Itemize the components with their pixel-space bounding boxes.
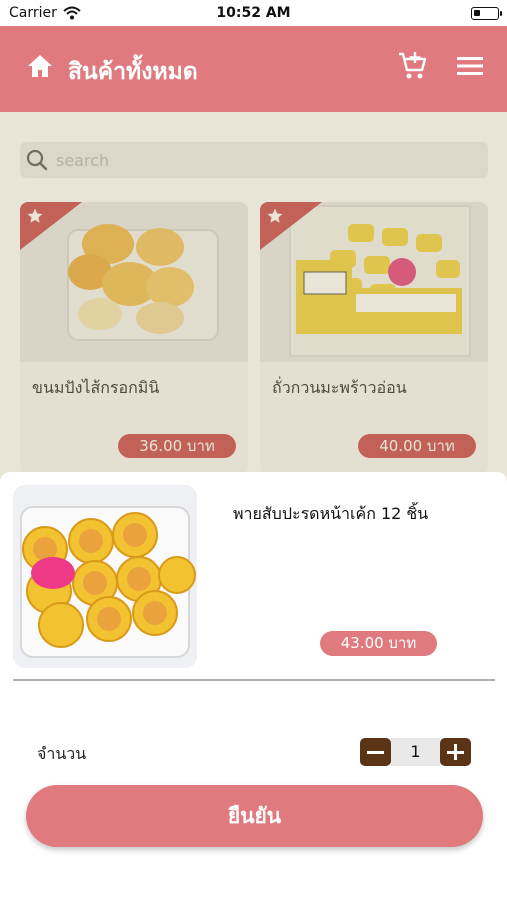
plus-icon[interactable]: [440, 738, 471, 766]
confirm-button[interactable]: ยืนยัน: [26, 785, 483, 847]
quantity-stepper: 1: [360, 738, 471, 766]
minus-icon[interactable]: [360, 738, 391, 766]
divider: [13, 679, 495, 681]
page-title: สินค้าทั้งหมด: [68, 59, 198, 85]
quantity-value[interactable]: 1: [391, 738, 440, 766]
app-header: สินค้าทั้งหมด: [0, 26, 507, 112]
battery-icon: [471, 7, 502, 20]
product-detail-name: พายสับปะรดหน้าเค้ก 12 ชิ้น: [233, 504, 429, 523]
menu-icon[interactable]: [457, 56, 483, 76]
status-bar: Carrier 10:52 AM: [0, 0, 507, 26]
clock: 10:52 AM: [216, 5, 291, 21]
quantity-label: จำนวน: [37, 744, 87, 763]
product-detail-sheet: พายสับปะรดหน้าเค้ก 12 ชิ้น 43.00 บาท จำน…: [0, 472, 507, 900]
home-icon[interactable]: [26, 53, 54, 79]
add-to-cart-icon[interactable]: [397, 51, 429, 81]
product-detail-price: 43.00 บาท: [320, 631, 437, 656]
product-detail-image: [13, 485, 197, 668]
